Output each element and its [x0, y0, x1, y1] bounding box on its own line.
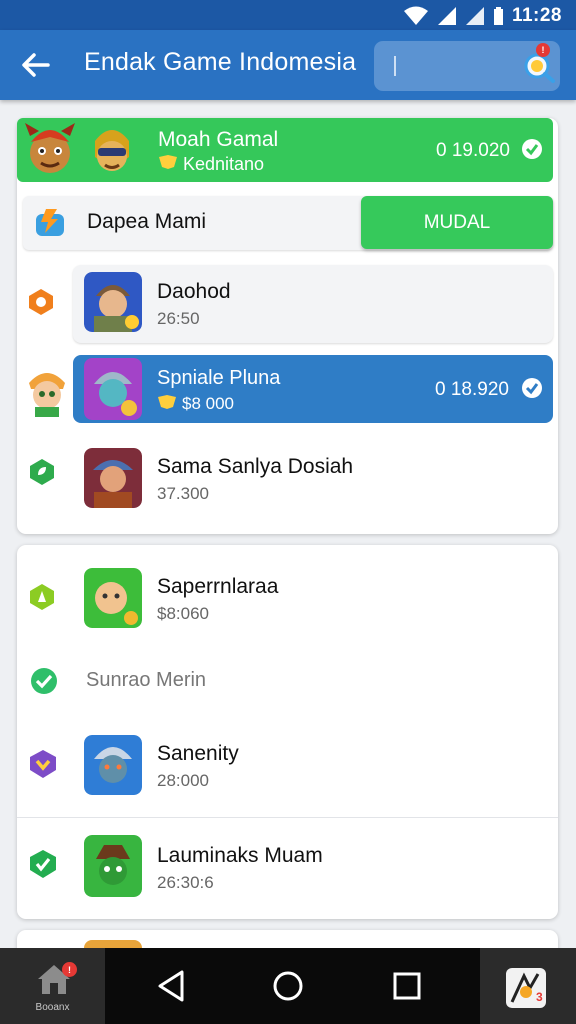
item-title: Spniale Pluna: [157, 367, 281, 389]
home-button[interactable]: ! Booanx: [0, 948, 105, 1024]
search-input[interactable]: !: [374, 41, 560, 91]
wifi-icon: [403, 6, 428, 25]
status-bar: 11:28: [0, 0, 576, 30]
item-title: Lauminaks Muam: [157, 844, 323, 867]
back-nav-button[interactable]: [152, 966, 192, 1006]
row-title: Dapea Mami: [87, 210, 207, 233]
app-bar: Endak Game Indomesia !: [0, 30, 576, 100]
list-item[interactable]: Lauminaks Muam 26:30:6: [73, 827, 553, 909]
list-item[interactable]: Sama Sanlya Dosiah 37.300: [73, 438, 553, 518]
item-subtitle: 28:000: [157, 771, 209, 790]
list-item[interactable]: Daohod 26:50: [73, 265, 553, 343]
knight-avatar-icon: [95, 130, 129, 171]
divider: [17, 817, 558, 818]
lightning-icon: [36, 209, 64, 236]
shield-badge-icon: [30, 750, 56, 778]
check-circle-icon: [31, 668, 57, 694]
baby-game-icon: [84, 568, 142, 628]
check-circle-icon: [522, 139, 542, 159]
search-button[interactable]: !: [522, 43, 556, 83]
notification-badge: !: [62, 962, 77, 977]
list-item[interactable]: Sunrao Merin: [17, 645, 558, 715]
list-item-selected[interactable]: Spniale Pluna $8 000 0 18.920: [73, 355, 553, 423]
item-subtitle: 26:30:6: [157, 873, 214, 892]
frog-game-icon: [84, 835, 142, 897]
notification-badge: !: [536, 43, 550, 57]
item-title: Daohod: [157, 280, 231, 303]
game-list-card: Saperrnlaraa $8:060 Sunrao Merin Sanenit…: [17, 545, 558, 919]
check-shield-icon: [30, 850, 56, 878]
status-time: 11:28: [511, 5, 562, 26]
extra-nav-button[interactable]: 3: [480, 948, 576, 1024]
text-caret: [394, 56, 396, 76]
item-title: Sanenity: [157, 742, 239, 765]
knight-game-icon: [84, 735, 142, 795]
check-circle-icon: [522, 378, 542, 398]
item-subtitle: $8 000: [182, 394, 234, 413]
item-amount: 0 18.920: [435, 379, 509, 400]
home-nav-button[interactable]: [268, 966, 308, 1006]
extra-badge: 3: [536, 990, 543, 1004]
page-title: Endak Game Indomesia: [84, 48, 357, 76]
triangle-back-icon: [158, 970, 184, 1002]
viking-game-icon: [84, 358, 142, 420]
mudal-button[interactable]: MUDAL: [361, 196, 553, 249]
warrior-avatar-icon: [25, 123, 75, 173]
square-recents-icon: [393, 972, 421, 1000]
list-item[interactable]: Sanenity 28:000: [73, 727, 553, 807]
home-label: Booanx: [35, 1002, 70, 1013]
warrior-game-icon: [84, 448, 142, 508]
dapea-row: Dapea Mami MUDAL: [23, 196, 553, 250]
item-subtitle: $8:060: [157, 604, 209, 623]
item-subtitle: 26:50: [157, 309, 200, 328]
signal-icon: [437, 7, 456, 25]
arrow-left-icon: [22, 53, 50, 77]
leaf-icon: [30, 459, 54, 485]
shield-icon: [159, 155, 177, 169]
item-subtitle: 37.300: [157, 484, 209, 503]
item-title: Moah Gamal: [158, 128, 279, 151]
navigation-bar: ! Booanx 3: [0, 948, 576, 1024]
recents-nav-button[interactable]: [387, 966, 427, 1006]
game-list-card: Moah Gamal Kednitano 0 19.020 Dapea Mami…: [17, 118, 558, 534]
list-item[interactable]: Saperrnlaraa $8:060: [73, 561, 553, 637]
back-button[interactable]: [20, 50, 52, 80]
signal-icon: [465, 7, 484, 25]
item-title: Saperrnlaraa: [157, 575, 279, 598]
item-title: Sama Sanlya Dosiah: [157, 455, 354, 478]
soldier-game-icon: [84, 272, 142, 332]
shield-icon: [158, 395, 176, 409]
item-subtitle: Kednitano: [183, 154, 265, 174]
battery-icon: [493, 7, 503, 25]
elf-avatar-icon: [29, 373, 65, 417]
hexagon-icon: [30, 584, 54, 610]
item-amount: 0 19.020: [436, 140, 510, 161]
item-title: Sunrao Merin: [86, 669, 207, 691]
featured-item[interactable]: Moah Gamal Kednitano 0 19.020: [17, 118, 553, 182]
circle-home-icon: [273, 971, 303, 1001]
hexagon-icon: [29, 289, 53, 315]
